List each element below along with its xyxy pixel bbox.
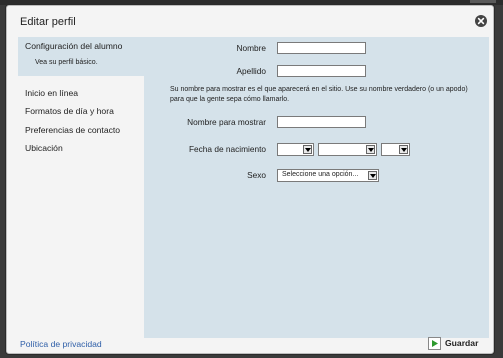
chevron-down-icon <box>303 145 312 154</box>
birthdate-label: Fecha de nacimiento <box>188 144 266 154</box>
display-name-field[interactable] <box>277 116 366 128</box>
birth-day-select[interactable] <box>277 143 314 156</box>
last-name-field[interactable] <box>277 65 366 77</box>
privacy-policy-link[interactable]: Política de privacidad <box>20 339 102 349</box>
sidebar-item-online-presence[interactable]: Inicio en línea <box>25 88 78 98</box>
save-label: Guardar <box>445 338 479 348</box>
gender-label: Sexo <box>247 170 266 180</box>
sidebar-item-sublabel: Vea su perfil básico. <box>35 59 98 66</box>
display-name-label: Nombre para mostrar <box>187 117 266 127</box>
close-icon[interactable] <box>475 15 487 27</box>
backdrop-mark <box>470 0 496 3</box>
chevron-down-icon <box>399 145 408 154</box>
display-name-help: Su nombre para mostrar es el que aparece… <box>170 86 468 103</box>
birth-year-select[interactable] <box>381 143 410 156</box>
gender-select[interactable]: Seleccione una opción... <box>277 169 379 182</box>
sidebar-item-contact-preferences[interactable]: Preferencias de contacto <box>25 125 120 135</box>
sidebar-item-date-time-formats[interactable]: Formatos de día y hora <box>25 106 114 116</box>
sidebar-item-student-settings[interactable]: Configuración del alumno Vea su perfil b… <box>18 37 150 76</box>
play-icon <box>428 337 441 350</box>
settings-sidebar: Configuración del alumno Vea su perfil b… <box>18 37 150 332</box>
sidebar-item-location[interactable]: Ubicación <box>25 143 63 153</box>
chevron-down-icon <box>368 171 377 180</box>
first-name-label: Nombre <box>236 43 266 53</box>
first-name-field[interactable] <box>277 42 366 54</box>
gender-selected-value: Seleccione una opción... <box>282 171 359 178</box>
last-name-label: Apellido <box>236 66 266 76</box>
sidebar-item-label: Configuración del alumno <box>25 41 123 51</box>
dialog-title: Editar perfil <box>20 16 76 28</box>
chevron-down-icon <box>366 145 375 154</box>
edit-profile-dialog: Editar perfil Configuración del alumno V… <box>6 5 494 354</box>
birth-month-select[interactable] <box>318 143 377 156</box>
profile-form-panel: Nombre Apellido Su nombre para mostrar e… <box>144 37 489 338</box>
